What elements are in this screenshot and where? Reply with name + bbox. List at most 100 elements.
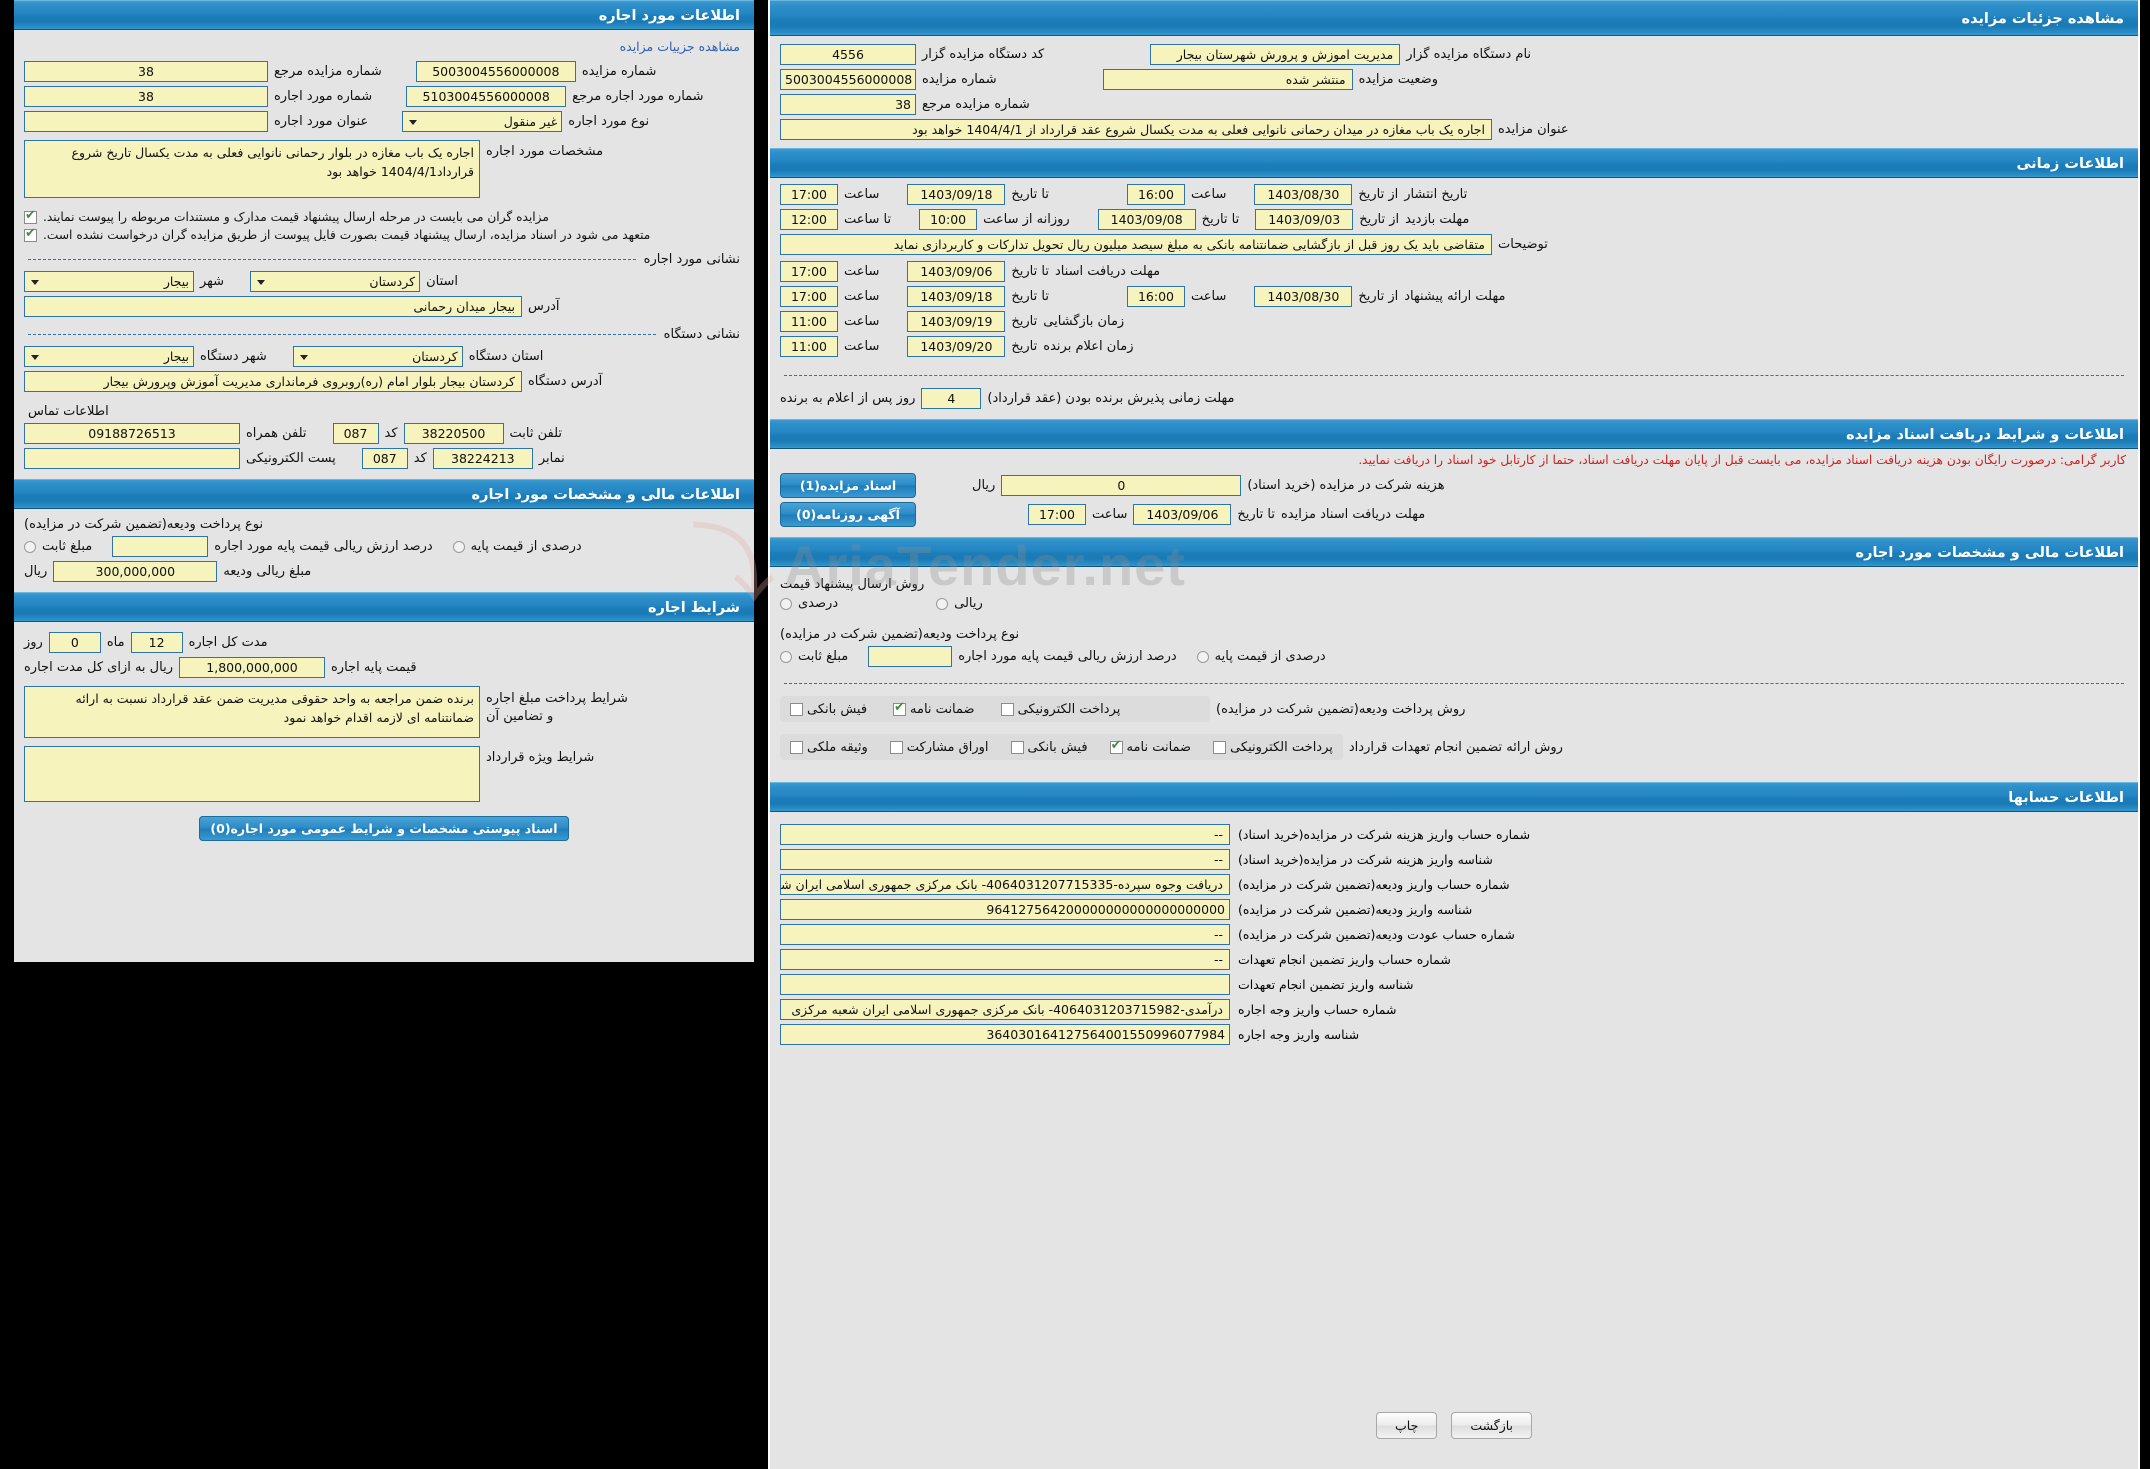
select-rent-type[interactable]: غیر منقول [402,111,563,132]
guarantee-method-item-4[interactable]: وثیقه ملکی [790,739,868,755]
radio-percent-of-base[interactable] [452,540,465,553]
checkbox-deposit-electronic[interactable] [1000,703,1014,716]
account-value-0[interactable]: -- [780,824,1230,845]
field-offer-from-date[interactable]: 1403/08/30 [1254,286,1353,307]
field-rent-address[interactable]: بیجار میدان رحمانی [24,296,522,317]
field-visit-to-date[interactable]: 1403/09/08 [1097,209,1196,230]
field-deposit-amount[interactable]: 300,000,000 [53,561,218,582]
field-email[interactable] [24,448,240,469]
field-percent-value[interactable] [112,536,209,557]
right-panel-header: مشاهده جزئیات مزایده [770,0,2138,36]
textarea-rent-specs[interactable]: اجاره یک باب مغازه در بلوار رحمانی نانوا… [24,140,480,198]
select-rent-city[interactable]: بیجار [24,271,194,292]
print-button[interactable]: چاپ [1376,1412,1438,1439]
field-rent-subject-number[interactable]: 5103004556000008 [406,86,567,107]
field-duration-days[interactable]: 0 [48,632,101,653]
deposit-method-item-0[interactable]: پرداخت الکترونیکی [1000,701,1120,717]
field-opening-date[interactable]: 1403/09/19 [907,311,1006,332]
checkbox-guarantee-electronic[interactable] [1213,741,1227,754]
field-winner-date[interactable]: 1403/09/20 [907,336,1006,357]
deposit-method-item-1[interactable]: ضمانت نامه [893,700,975,717]
field-auction-number[interactable]: 5003004556000008 [780,69,916,90]
radio-fixed-amount[interactable] [24,540,36,553]
newspaper-ad-button[interactable]: آگهی روزنامه(0) [780,502,916,527]
field-offer-time2[interactable]: 17:00 [780,286,838,307]
label-ref-number: شماره مزایده مرجع [922,97,1030,112]
field-base-price[interactable]: 1,800,000,000 [179,657,325,678]
guarantee-method-item-3[interactable]: اوراق مشارکت [889,739,989,755]
field-rent-auction-number[interactable]: 5003004556000008 [415,61,576,82]
field-publish-time2[interactable]: 17:00 [780,184,838,205]
field-rent-subject-ref[interactable]: 38 [24,86,268,107]
field-participation-cost[interactable]: 0 [1001,475,1242,496]
guarantee-method-item-0[interactable]: پرداخت الکترونیکی [1213,739,1333,755]
field-winner-accept-days[interactable]: 4 [921,388,982,409]
auction-documents-button[interactable]: اسناد مزایده(1) [780,473,916,498]
field-landline-code[interactable]: 087 [332,423,379,444]
field-opening-time[interactable]: 11:00 [780,311,838,332]
radio-percent-option[interactable] [780,597,792,610]
field-mobile[interactable]: 09188726513 [24,423,240,444]
field-fax-code[interactable]: 087 [361,448,408,469]
field-fax[interactable]: 38224213 [432,448,533,469]
field-duration-months[interactable]: 12 [130,632,183,653]
field-timing-notes[interactable]: متقاضی باید یک روز قبل از بازگشایی ضمانت… [780,234,1492,255]
account-value-8[interactable]: 364030164127564001550996077984 [780,1024,1230,1045]
field-auction-title[interactable]: اجاره یک باب مغازه در میدان رحمانی نانوا… [780,119,1492,140]
checkbox-guarantee-bank-receipt[interactable] [1010,741,1024,754]
field-auction-status[interactable]: منتشر شده [1102,69,1353,90]
radio-right-fixed-amount[interactable] [780,650,792,663]
field-org-code[interactable]: 4556 [780,44,916,65]
field-visit-daily-from[interactable]: 10:00 [919,209,978,230]
guarantee-method-item-2[interactable]: فیش بانکی [1010,739,1088,755]
textarea-payment-terms[interactable]: برنده ضمن مراجعه به واحد حقوقی مدیریت ضم… [24,686,480,738]
checkbox-guarantee-property[interactable] [790,741,803,754]
field-landline[interactable]: 38220500 [403,423,504,444]
label-base-price: قیمت پایه اجاره [331,660,417,675]
account-value-3[interactable]: 964127564200000000000000000000 [780,899,1230,920]
checkbox-price-attachment[interactable] [24,226,37,242]
field-publish-time1[interactable]: 16:00 [1126,184,1185,205]
select-org-city[interactable]: بیجار [24,346,194,367]
deposit-method-item-2[interactable]: فیش بانکی [790,701,867,717]
field-ref-auction-number[interactable]: 38 [24,61,268,82]
field-org-address[interactable]: کردستان بیجار بلوار امام (ره)روبروی فرما… [24,371,522,392]
account-value-4[interactable]: -- [780,924,1230,945]
account-value-6[interactable] [780,974,1230,995]
field-publish-to-date[interactable]: 1403/09/18 [907,184,1006,205]
attachment-documents-button[interactable]: اسناد پیوستی مشخصات و شرایط عمومی مورد ا… [199,816,569,841]
field-docs-receipt-time[interactable]: 17:00 [1028,504,1086,525]
radio-right-percent-of-base[interactable] [1196,650,1209,663]
field-visit-daily-to[interactable]: 12:00 [780,209,838,230]
field-publish-from-date[interactable]: 1403/08/30 [1254,184,1353,205]
field-docs-receipt-date[interactable]: 1403/09/06 [1133,504,1232,525]
guarantee-method-item-1[interactable]: ضمانت نامه [1109,738,1191,755]
radio-rial-option[interactable] [936,597,949,610]
textarea-special-terms[interactable] [24,746,480,802]
field-org-name[interactable]: مدیریت اموزش و پرورش شهرستان بیجار [1150,44,1401,65]
field-winner-time[interactable]: 11:00 [780,336,838,357]
field-ref-number[interactable]: 38 [780,94,916,115]
checkbox-deposit-guarantee[interactable] [893,700,907,716]
field-offer-to-date[interactable]: 1403/09/18 [907,286,1006,307]
checkbox-deposit-bank-receipt[interactable] [790,703,803,716]
select-org-province[interactable]: کردستان [292,346,463,367]
field-visit-from-date[interactable]: 1403/09/03 [1255,209,1354,230]
checkbox-guarantee-bonds[interactable] [889,741,903,754]
view-auction-details-link[interactable]: مشاهده جزییات مزایده [620,39,740,54]
field-right-percent-value[interactable] [868,646,953,667]
account-value-7[interactable]: درآمدی-4064031203715982- بانک مرکزی جمهو… [780,999,1230,1020]
account-value-5[interactable]: -- [780,949,1230,970]
account-value-2[interactable]: دریافت وجوه سپرده-4064031207715335- بانک… [780,874,1230,895]
select-rent-province[interactable]: کردستان [250,271,421,292]
field-rent-title[interactable] [24,111,268,132]
label-payment-terms: شرایط پرداخت مبلغ اجاره و تضامین آن [486,691,628,725]
field-offer-time1[interactable]: 16:00 [1126,286,1185,307]
label-visit-daily-from: روزانه از ساعت [983,212,1070,227]
checkbox-guarantee-letter[interactable] [1109,738,1123,754]
back-button[interactable]: بازگشت [1451,1412,1533,1439]
account-value-1[interactable]: -- [780,849,1230,870]
checkbox-attach-documents[interactable] [24,208,37,224]
field-docs-deadline-time[interactable]: 17:00 [780,261,838,282]
field-docs-deadline-date[interactable]: 1403/09/06 [907,261,1006,282]
